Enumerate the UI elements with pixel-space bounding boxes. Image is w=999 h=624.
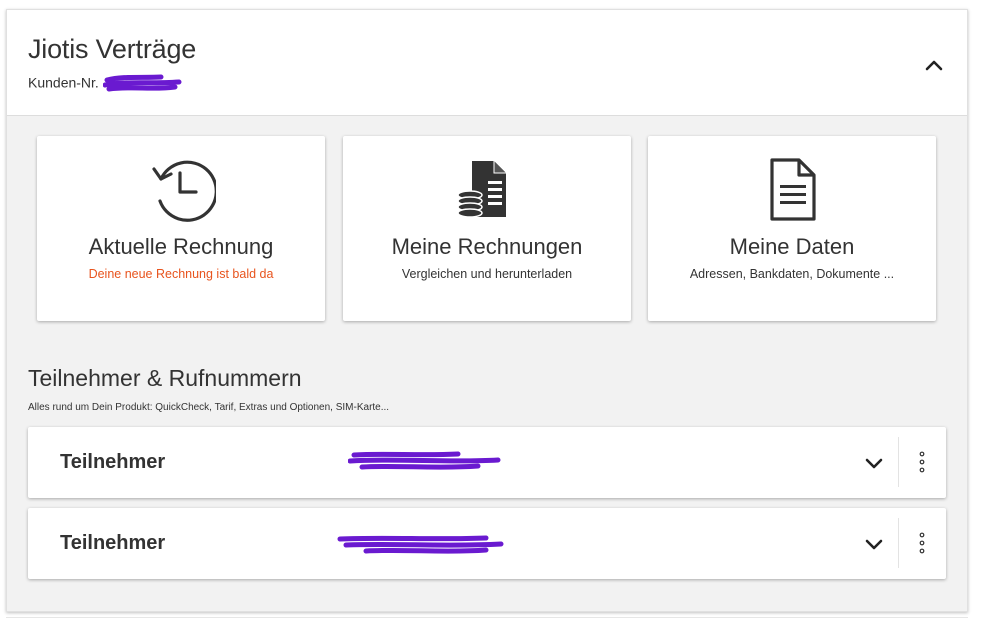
document-icon	[770, 158, 816, 221]
redaction-mark	[348, 451, 501, 470]
tile-description: Vergleichen und herunterladen	[401, 267, 573, 281]
tile-label: Meine Daten	[729, 234, 855, 259]
customer-number-label: Kunden-Nr.	[28, 74, 99, 91]
invoice-coins-icon	[457, 161, 506, 218]
chevron-down-icon	[865, 539, 883, 550]
tile-label: Meine Rechnungen	[391, 234, 583, 259]
participant-row[interactable]: Teilnehmer	[28, 427, 946, 498]
more-vertical-icon	[919, 451, 925, 473]
tile-status: Deine neue Rechnung ist bald da	[88, 267, 274, 281]
more-options-button[interactable]	[910, 445, 934, 479]
section-subtitle: Alles rund um Dein Produkt: QuickCheck, …	[28, 402, 390, 413]
divider	[898, 437, 899, 487]
customer-number: Kunden-Nr.	[28, 74, 183, 94]
participant-label: Teilnehmer	[60, 532, 166, 554]
more-vertical-icon	[919, 532, 925, 554]
contracts-panel: Jiotis Verträge Kunden-Nr. Aktuelle Rech…	[6, 9, 968, 612]
expand-button[interactable]	[860, 530, 888, 558]
page-title: Jiotis Verträge	[28, 34, 197, 64]
more-options-button[interactable]	[910, 526, 934, 560]
tile-my-data[interactable]: Meine Daten Adressen, Bankdaten, Dokumen…	[648, 136, 936, 321]
tile-label: Aktuelle Rechnung	[88, 234, 274, 259]
tile-my-invoices[interactable]: Meine Rechnungen Vergleichen und herunte…	[343, 136, 631, 321]
panel-header[interactable]: Jiotis Verträge Kunden-Nr.	[7, 10, 967, 116]
divider	[898, 518, 899, 568]
tile-current-invoice[interactable]: Aktuelle Rechnung Deine neue Rechnung is…	[37, 136, 325, 321]
clock-history-icon	[152, 160, 216, 222]
expand-button[interactable]	[860, 449, 888, 477]
chevron-up-icon	[925, 60, 943, 71]
collapse-button[interactable]	[919, 50, 949, 80]
tile-description: Adressen, Bankdaten, Dokumente ...	[689, 267, 895, 281]
section-title: Teilnehmer & Rufnummern	[28, 365, 302, 391]
participant-label: Teilnehmer	[60, 451, 166, 473]
participant-row[interactable]: Teilnehmer	[28, 508, 946, 579]
redaction-mark	[337, 535, 504, 554]
redaction-mark	[102, 74, 182, 92]
chevron-down-icon	[865, 458, 883, 469]
next-panel-edge	[6, 617, 968, 624]
